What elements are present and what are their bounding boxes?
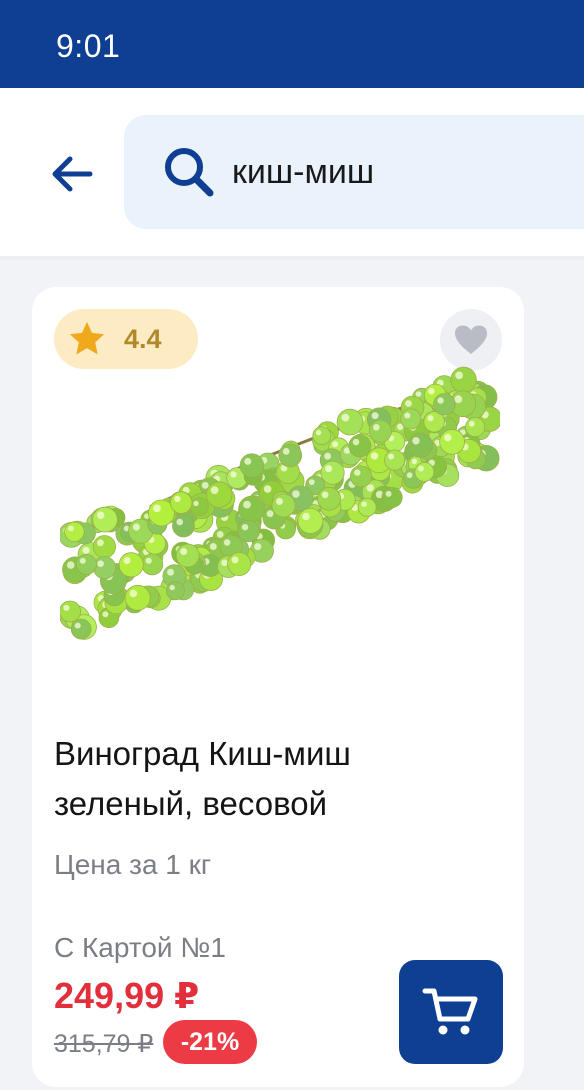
product-card[interactable]: 4.4 Виноград Киш-миш зеленый, весовой Це… bbox=[32, 287, 524, 1087]
arrow-left-icon bbox=[52, 156, 93, 192]
price-unit: Цена за 1 кг bbox=[54, 849, 212, 880]
old-price: 315,79 ₽ bbox=[54, 1030, 154, 1058]
status-time: 9:01 bbox=[56, 28, 121, 64]
search-box[interactable] bbox=[124, 115, 584, 229]
star-icon bbox=[69, 321, 105, 355]
discount-badge: -21% bbox=[163, 1020, 257, 1064]
current-price: 249,99 ₽ bbox=[54, 975, 200, 1016]
back-button[interactable] bbox=[40, 142, 104, 206]
cart-icon bbox=[422, 988, 478, 1035]
loyalty-card-label: С Картой №1 bbox=[54, 932, 226, 963]
product-title: Виноград Киш-миш зеленый, весовой bbox=[54, 735, 351, 822]
product-image bbox=[60, 366, 500, 640]
status-bar: 9:01 bbox=[0, 0, 584, 88]
search-icon bbox=[165, 148, 214, 197]
add-to-cart-button[interactable] bbox=[399, 960, 503, 1064]
rating-value: 4.4 bbox=[124, 323, 162, 354]
header-divider bbox=[0, 256, 584, 260]
search-input[interactable] bbox=[232, 147, 572, 197]
heart-icon bbox=[455, 325, 487, 354]
